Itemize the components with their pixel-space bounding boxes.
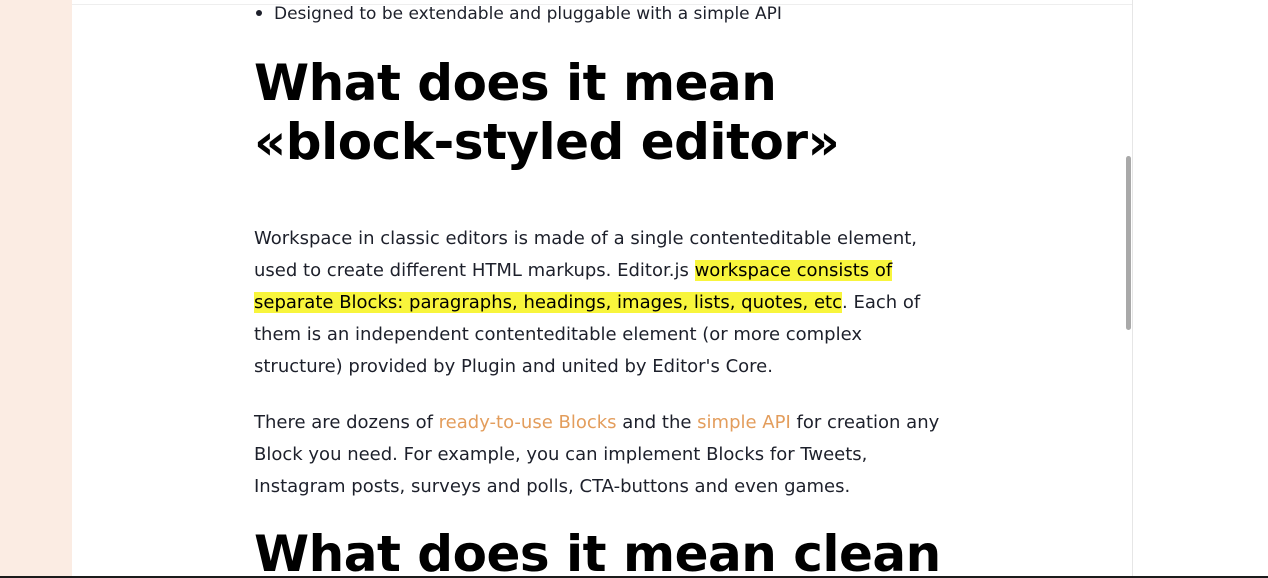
paragraph-block[interactable]: There are dozens of ready-to-use Blocks … xyxy=(254,407,944,503)
left-gutter xyxy=(0,0,72,578)
bullet-icon xyxy=(256,9,262,16)
heading-line-1: What does it mean xyxy=(254,54,777,112)
section-heading[interactable]: What does it mean clean xyxy=(254,525,941,578)
heading-line-2: «block-styled editor» xyxy=(254,113,840,171)
list-item-text: Designed to be extendable and pluggable … xyxy=(274,4,782,24)
list-item[interactable]: Designed to be extendable and pluggable … xyxy=(254,2,782,26)
simple-api-link[interactable]: simple API xyxy=(697,412,791,433)
section-heading[interactable]: What does it mean «block-styled editor» xyxy=(254,54,840,172)
page: Designed to be extendable and pluggable … xyxy=(0,0,1268,578)
scrollbar-thumb[interactable] xyxy=(1126,156,1131,330)
paragraph-block[interactable]: Workspace in classic editors is made of … xyxy=(254,223,944,383)
paragraph-text: and the xyxy=(616,412,698,433)
ready-to-use-blocks-link[interactable]: ready-to-use Blocks xyxy=(439,412,617,433)
paragraph-text: There are dozens of xyxy=(254,412,439,433)
